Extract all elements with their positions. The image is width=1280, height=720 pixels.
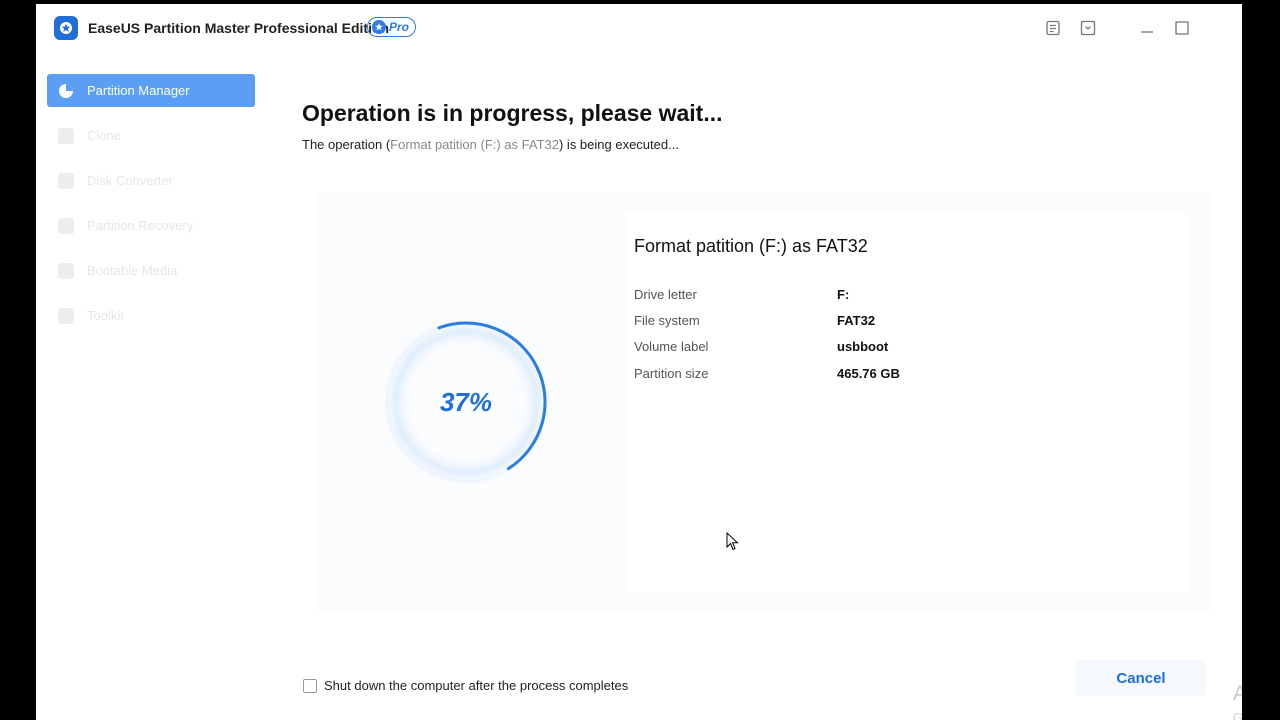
progress-ring: 37%	[376, 312, 556, 492]
subtitle-suffix: ) is being executed...	[558, 137, 679, 152]
detail-value: F:	[837, 287, 850, 302]
sidebar: Partition Manager Clone Disk Converter P…	[36, 52, 266, 720]
activation-watermark: Activ	[1233, 682, 1242, 705]
clone-icon	[58, 127, 74, 144]
pro-badge-label: Pro	[389, 20, 410, 34]
detail-label: Volume label	[634, 339, 709, 354]
sidebar-item-toolkit[interactable]: Toolkit	[47, 299, 255, 332]
shutdown-label: Shut down the computer after the process…	[324, 678, 629, 693]
detail-label: Partition size	[634, 366, 709, 381]
operation-details-card: Format patition (F:) as FAT32 Drive lett…	[626, 212, 1186, 592]
toolkit-icon	[58, 307, 74, 324]
sidebar-item-label: Partition Recovery	[87, 218, 194, 233]
detail-row: Volume label usbboot	[634, 339, 1134, 359]
detail-value: usbboot	[837, 339, 889, 354]
operation-subtitle: The operation (Format patition (F:) as F…	[302, 137, 679, 152]
sidebar-item-label: Bootable Media	[87, 263, 178, 278]
star-icon: ★	[372, 20, 386, 34]
detail-value: 465.76 GB	[837, 366, 900, 381]
title-bar: EaseUS Partition Master Professional Edi…	[36, 4, 1242, 52]
disk-icon	[58, 172, 74, 189]
subtitle-prefix: The operation (	[302, 137, 391, 152]
app-window: EaseUS Partition Master Professional Edi…	[36, 4, 1242, 720]
subtitle-operation: Format patition (F:) as FAT32	[390, 137, 559, 152]
window-title: EaseUS Partition Master Professional Edi…	[88, 20, 390, 36]
activation-watermark-sub: Go to	[1233, 710, 1242, 720]
detail-row: Drive letter F:	[634, 287, 1134, 307]
minimize-icon[interactable]	[1139, 20, 1155, 36]
shutdown-option[interactable]: Shut down the computer after the process…	[303, 678, 628, 693]
detail-row: File system FAT32	[634, 313, 1134, 333]
sidebar-item-disk-converter[interactable]: Disk Converter	[47, 164, 255, 197]
detail-row: Partition size 465.76 GB	[634, 366, 1134, 386]
shutdown-checkbox[interactable]	[303, 678, 317, 693]
detail-label: Drive letter	[634, 287, 697, 302]
sidebar-item-clone[interactable]: Clone	[47, 119, 255, 152]
page-title: Operation is in progress, please wait...	[302, 100, 723, 126]
sidebar-item-partition-recovery[interactable]: Partition Recovery	[47, 209, 255, 242]
minimize-to-tray-icon[interactable]	[1080, 20, 1096, 36]
media-icon	[58, 262, 74, 279]
maximize-icon[interactable]	[1174, 20, 1190, 36]
operation-title: Format patition (F:) as FAT32	[634, 236, 868, 256]
recovery-icon	[58, 217, 74, 234]
cancel-button[interactable]: Cancel	[1076, 660, 1206, 696]
feedback-icon[interactable]	[1045, 20, 1061, 36]
sidebar-item-label: Partition Manager	[87, 83, 190, 98]
sidebar-item-label: Toolkit	[87, 308, 124, 323]
pie-chart-icon	[59, 83, 73, 98]
mouse-cursor-icon	[726, 532, 739, 551]
app-logo-icon	[54, 16, 78, 40]
sidebar-item-label: Clone	[87, 128, 121, 143]
progress-percent: 37%	[439, 386, 493, 417]
detail-label: File system	[634, 313, 700, 328]
sidebar-item-partition-manager[interactable]: Partition Manager	[47, 74, 255, 107]
detail-value: FAT32	[837, 313, 876, 328]
sidebar-item-bootable-media[interactable]: Bootable Media	[47, 254, 255, 287]
pro-badge: ★ Pro	[367, 17, 417, 37]
sidebar-item-label: Disk Converter	[87, 173, 173, 188]
